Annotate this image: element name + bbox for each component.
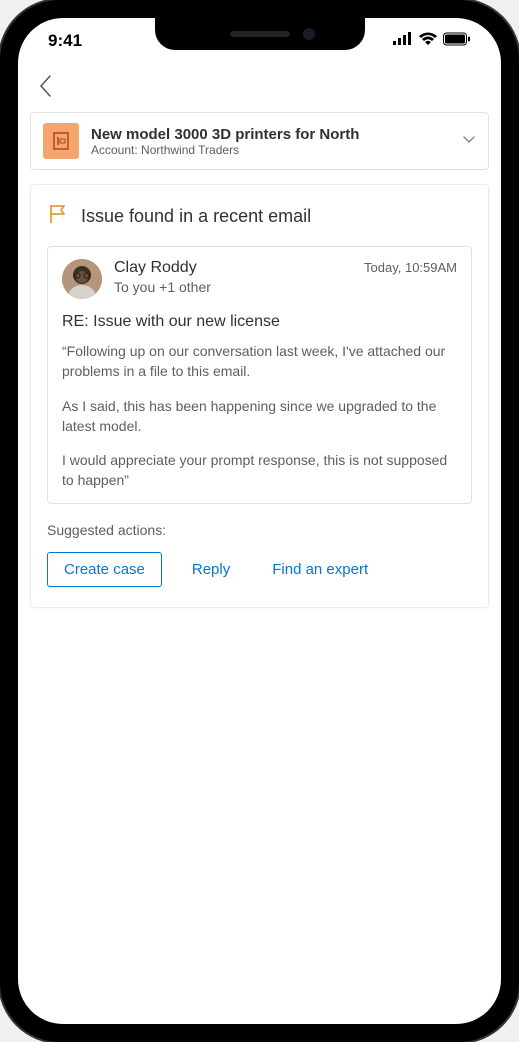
notch (155, 18, 365, 50)
screen: 9:41 (18, 18, 501, 1024)
email-preview[interactable]: Clay Roddy Today, 10:59AM To you +1 othe… (47, 246, 472, 504)
sender-avatar (62, 259, 102, 299)
email-body-p3: I would appreciate your prompt response,… (62, 450, 457, 491)
email-body: “Following up on our conversation last w… (62, 341, 457, 491)
sender-name: Clay Roddy (114, 259, 197, 277)
chevron-left-icon (38, 74, 54, 98)
flag-icon (47, 203, 69, 230)
status-time: 9:41 (48, 31, 82, 51)
opportunity-icon (43, 123, 79, 159)
opportunity-account: Account: Northwind Traders (91, 143, 450, 157)
email-subject: RE: Issue with our new license (62, 313, 457, 331)
email-recipients: To you +1 other (114, 279, 457, 295)
create-case-button[interactable]: Create case (47, 552, 162, 587)
battery-icon (443, 31, 471, 51)
phone-frame: 9:41 (0, 0, 519, 1042)
issue-card: Issue found in a recent email Clay Roddy… (30, 184, 489, 608)
suggested-actions: Create case Reply Find an expert (47, 552, 472, 587)
chevron-down-icon (462, 132, 476, 151)
wifi-icon (419, 31, 437, 51)
reply-button[interactable]: Reply (180, 553, 242, 586)
email-timestamp: Today, 10:59AM (364, 260, 457, 275)
opportunity-title: New model 3000 3D printers for North (91, 126, 450, 143)
cellular-icon (393, 31, 413, 51)
opportunity-card[interactable]: New model 3000 3D printers for North Acc… (30, 112, 489, 170)
issue-heading: Issue found in a recent email (81, 206, 311, 227)
find-expert-button[interactable]: Find an expert (260, 553, 380, 586)
suggested-actions-label: Suggested actions: (47, 522, 472, 538)
email-body-p1: “Following up on our conversation last w… (62, 341, 457, 382)
email-body-p2: As I said, this has been happening since… (62, 396, 457, 437)
back-button[interactable] (32, 72, 60, 100)
nav-bar (18, 64, 501, 112)
